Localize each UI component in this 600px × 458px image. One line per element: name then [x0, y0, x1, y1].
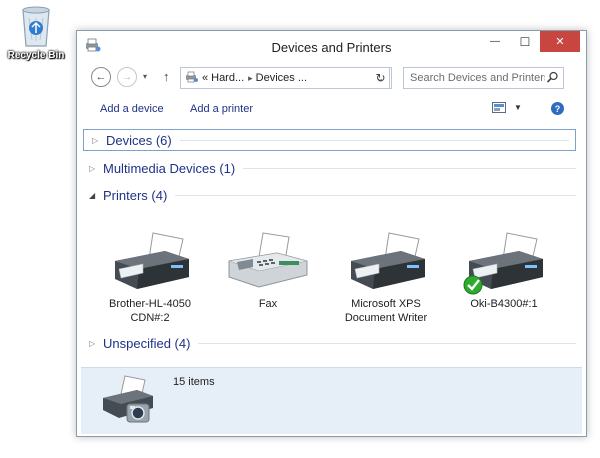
devices-printers-large-icon	[99, 374, 159, 431]
refresh-button[interactable]: ↻	[370, 67, 392, 89]
address-location-icon	[185, 71, 199, 86]
search-box[interactable]	[403, 67, 564, 89]
expand-arrow-icon[interactable]: ▷	[89, 164, 99, 173]
expand-arrow-icon[interactable]: ▷	[92, 136, 102, 145]
search-icon[interactable]	[546, 71, 559, 87]
printer-icon	[115, 232, 189, 289]
printer-item-brother[interactable]: Brother-HL-4050 CDN#:2	[95, 231, 205, 325]
group-divider	[198, 342, 576, 344]
fax-icon	[228, 232, 308, 288]
maximize-button[interactable]: ☐	[510, 31, 540, 52]
default-printer-check-icon	[463, 275, 483, 295]
navigation-bar: ← → ▾ ↑ « Hard... ▸ Devices ... ⌄ ↻	[77, 63, 586, 93]
printer-item-microsoft-xps[interactable]: Microsoft XPS Document Writer	[331, 231, 441, 325]
search-input[interactable]	[410, 72, 545, 84]
view-dropdown-icon: ▼	[514, 103, 522, 112]
group-printers-label: Printers (4)	[103, 187, 168, 203]
minimize-button[interactable]: —	[480, 31, 510, 52]
devices-and-printers-window: Devices and Printers — ☐ ✕ ← → ▾ ↑ « Har…	[76, 30, 587, 437]
back-button[interactable]: ←	[91, 67, 111, 87]
details-pane: 15 items	[81, 367, 582, 434]
printer-label-line1: Oki-B4300#:1	[470, 298, 538, 310]
printer-label-line1: Brother-HL-4050	[109, 298, 191, 310]
help-icon: ?	[554, 103, 561, 114]
close-icon: ✕	[555, 36, 565, 48]
group-divider	[175, 194, 576, 196]
add-printer-button[interactable]: Add a printer	[190, 103, 253, 115]
item-count: 15 items	[173, 376, 215, 388]
printer-label-line1: Fax	[258, 298, 278, 310]
breadcrumb-hardware[interactable]: Hard...	[211, 72, 244, 84]
device-list: ▷ Devices (6) ▷ Multimedia Devices (1) ◢…	[81, 127, 582, 365]
printer-item-oki[interactable]: Oki-B4300#:1	[449, 231, 559, 311]
address-bar[interactable]: « Hard... ▸ Devices ... ⌄	[180, 67, 390, 89]
view-options-icon	[492, 102, 506, 113]
maximize-icon: ☐	[519, 34, 531, 49]
group-multimedia-devices[interactable]: ▷ Multimedia Devices (1)	[81, 157, 582, 179]
printer-label-line2: Document Writer	[344, 312, 428, 324]
close-button[interactable]: ✕	[540, 31, 580, 52]
group-multimedia-label: Multimedia Devices (1)	[103, 160, 236, 176]
recycle-bin-label: Recycle Bin	[7, 50, 65, 61]
group-divider	[243, 167, 576, 169]
group-unspecified[interactable]: ▷ Unspecified (4)	[81, 332, 582, 354]
printer-label-line2: CDN#:2	[130, 312, 170, 324]
refresh-icon: ↻	[375, 71, 386, 85]
back-arrow-icon: ←	[95, 71, 107, 83]
recycle-bin-desktop-icon[interactable]: Recycle Bin	[4, 4, 68, 61]
expand-arrow-icon[interactable]: ▷	[89, 339, 99, 348]
printer-icon	[351, 232, 425, 289]
breadcrumb-overflow[interactable]: «	[202, 72, 208, 84]
recycle-bin-icon	[22, 6, 50, 47]
group-unspecified-label: Unspecified (4)	[103, 335, 191, 351]
group-devices-label: Devices (6)	[106, 132, 172, 148]
minimize-icon: —	[490, 36, 500, 47]
breadcrumb-separator-icon[interactable]: ▸	[248, 73, 253, 84]
forward-button[interactable]: →	[117, 67, 137, 87]
printer-label-line1: Microsoft XPS	[351, 298, 421, 310]
group-devices[interactable]: ▷ Devices (6)	[83, 129, 576, 151]
help-button[interactable]: ?	[551, 102, 564, 115]
up-level-button[interactable]: ↑	[163, 69, 170, 84]
recent-locations-button[interactable]: ▾	[143, 72, 147, 81]
printer-items: Brother-HL-4050 CDN#:2 Fax Microsoft XPS…	[81, 231, 582, 331]
group-divider	[179, 139, 569, 141]
printer-icon	[463, 232, 543, 295]
title-bar[interactable]: Devices and Printers — ☐ ✕	[77, 31, 586, 61]
change-view-button[interactable]: ▼	[492, 102, 522, 113]
forward-arrow-icon: →	[121, 71, 133, 83]
command-bar: Add a device Add a printer ▼ ?	[77, 95, 586, 123]
collapse-arrow-icon[interactable]: ◢	[89, 191, 99, 200]
group-printers[interactable]: ◢ Printers (4)	[81, 184, 582, 206]
breadcrumb-devices[interactable]: Devices ...	[256, 72, 307, 84]
printer-item-fax[interactable]: Fax	[213, 231, 323, 311]
add-device-button[interactable]: Add a device	[100, 103, 164, 115]
